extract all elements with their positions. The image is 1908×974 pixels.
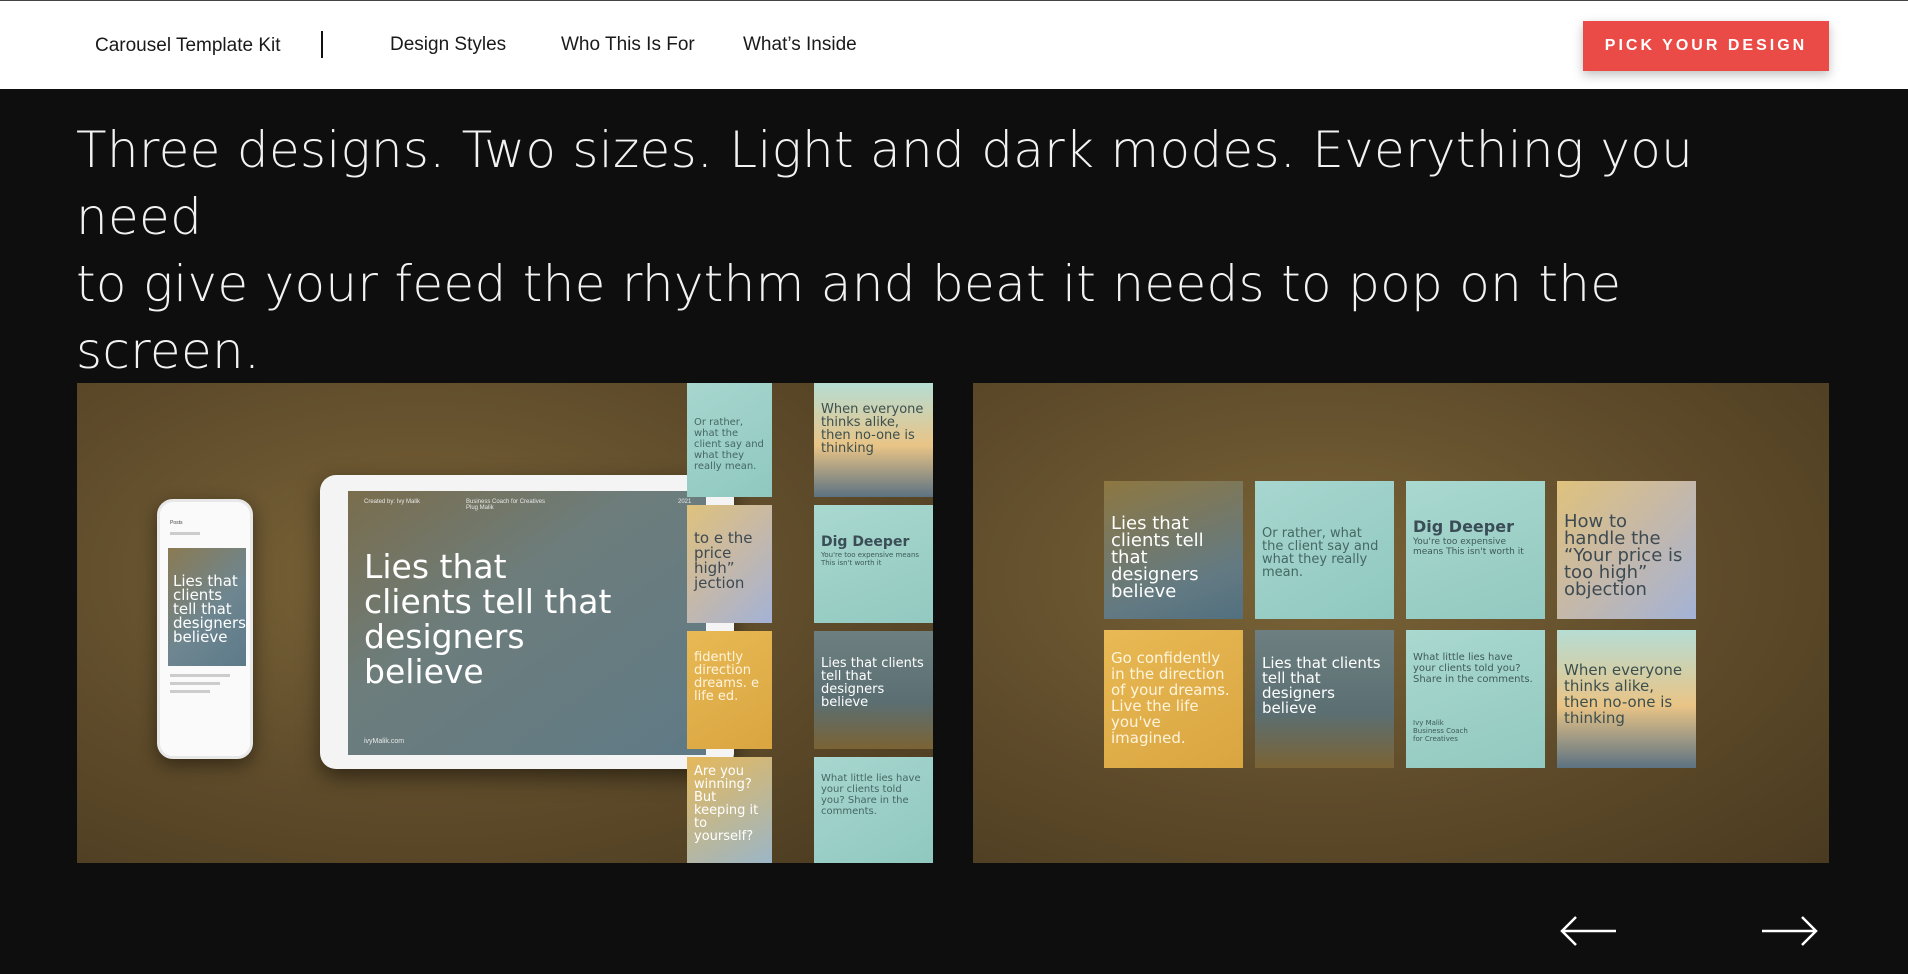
- nav-link-whats-inside[interactable]: What’s Inside: [743, 34, 857, 56]
- template-tile: What little lies have your clients told …: [814, 757, 933, 863]
- tile-title: Dig Deeper: [821, 534, 910, 550]
- tile-subtitle: You're too expensive means This isn't wo…: [821, 551, 920, 567]
- tile-text: Lies that clients tell that designers be…: [1262, 654, 1381, 717]
- headline-line-2: to give your feed the rhythm and beat it…: [76, 255, 1622, 380]
- tile-text: to e the price high” jection: [694, 529, 753, 592]
- phone-caption-line: [170, 682, 220, 685]
- template-tile: Lies that clients tell that designers be…: [814, 631, 933, 749]
- carousel-slide-2[interactable]: Lies that clients tell that designers be…: [973, 383, 1829, 863]
- arrow-left-icon[interactable]: [1558, 911, 1620, 951]
- hero-section: Three designs. Two sizes. Light and dark…: [0, 89, 1908, 974]
- phone-caption-line: [170, 674, 230, 677]
- tile-text: Are you winning? But keeping it to yours…: [694, 764, 759, 844]
- tile-text: What little lies have your clients told …: [1413, 652, 1533, 685]
- tile-text: Or rather, what the client say and what …: [1262, 526, 1379, 580]
- arrow-right-icon[interactable]: [1758, 911, 1820, 951]
- phone-post-image: Lies that clients tell that designers be…: [168, 548, 246, 666]
- tablet-mockup: Created by: Ivy Malik Business Coach for…: [320, 475, 734, 769]
- pick-your-design-button[interactable]: PICK YOUR DESIGN: [1583, 21, 1829, 71]
- tablet-meta-coach: Business Coach for Creatives Plug Malik: [466, 499, 546, 511]
- tablet-post-title: Lies that clients tell that designers be…: [364, 547, 612, 691]
- nav-link-design-styles[interactable]: Design Styles: [390, 34, 506, 56]
- brand-logo-link[interactable]: Carousel Template Kit: [95, 35, 281, 57]
- tile-text: fidently direction dreams. e life ed.: [694, 650, 759, 704]
- headline-line-1: Three designs. Two sizes. Light and dark…: [76, 121, 1694, 246]
- tablet-post-url: ivyMalik.com: [364, 738, 405, 745]
- arrow-left-svg: [1560, 916, 1616, 946]
- phone-mockup: Posts Lies that clients tell that design…: [157, 499, 253, 759]
- template-tile: How to handle the “Your price is too hig…: [1557, 481, 1696, 619]
- template-tile: Are you winning? But keeping it to yours…: [687, 757, 772, 863]
- phone-post-text: Lies that clients tell that designers be…: [173, 572, 246, 646]
- template-tile: fidently direction dreams. e life ed.: [687, 631, 772, 749]
- tablet-meta-creator: Created by: Ivy Malik: [364, 499, 421, 505]
- nav-divider: [321, 31, 323, 58]
- tile-subtitle: You're too expensive means This isn't wo…: [1413, 537, 1524, 557]
- nav-link-who-this-is-for[interactable]: Who This Is For: [561, 34, 695, 56]
- tile-text: Lies that clients tell that designers be…: [821, 656, 924, 710]
- template-tile: Dig Deeper You're too expensive means Th…: [1406, 481, 1545, 619]
- tile-subtitle: Ivy Malik Business Coach for Creatives: [1413, 719, 1468, 743]
- carousel-slide-1[interactable]: Posts Lies that clients tell that design…: [77, 383, 933, 863]
- tile-title: Dig Deeper: [1413, 517, 1514, 536]
- tile-text: When everyone thinks alike, then no-one …: [1564, 661, 1683, 727]
- template-tile: What little lies have your clients told …: [1406, 630, 1545, 768]
- tile-text: Go confidently in the direction of your …: [1111, 649, 1230, 747]
- template-tile: Or rather, what the client say and what …: [1255, 481, 1394, 619]
- template-tile: Or rather, what the client say and what …: [687, 383, 772, 497]
- phone-caption-line: [170, 690, 210, 693]
- tile-text: Or rather, what the client say and what …: [694, 417, 764, 472]
- phone-profile-line: [170, 532, 200, 535]
- tile-text: What little lies have your clients told …: [821, 773, 921, 817]
- tablet-post-image: Created by: Ivy Malik Business Coach for…: [348, 491, 706, 755]
- template-tile: Lies that clients tell that designers be…: [1104, 481, 1243, 619]
- tile-text: Lies that clients tell that designers be…: [1111, 513, 1204, 602]
- top-navigation-bar: Carousel Template Kit Design Styles Who …: [0, 0, 1908, 89]
- tile-text: When everyone thinks alike, then no-one …: [821, 402, 924, 456]
- tile-text: How to handle the “Your price is too hig…: [1564, 511, 1683, 600]
- template-tile: Go confidently in the direction of your …: [1104, 630, 1243, 768]
- template-tile: Dig Deeper You're too expensive means Th…: [814, 505, 933, 623]
- hero-headline: Three designs. Two sizes. Light and dark…: [76, 117, 1776, 385]
- template-tile: Lies that clients tell that designers be…: [1255, 630, 1394, 768]
- template-tile: to e the price high” jection: [687, 505, 772, 623]
- template-tile: When everyone thinks alike, then no-one …: [814, 383, 933, 497]
- arrow-right-svg: [1762, 916, 1818, 946]
- template-tile: When everyone thinks alike, then no-one …: [1557, 630, 1696, 768]
- phone-app-label: Posts: [170, 520, 183, 526]
